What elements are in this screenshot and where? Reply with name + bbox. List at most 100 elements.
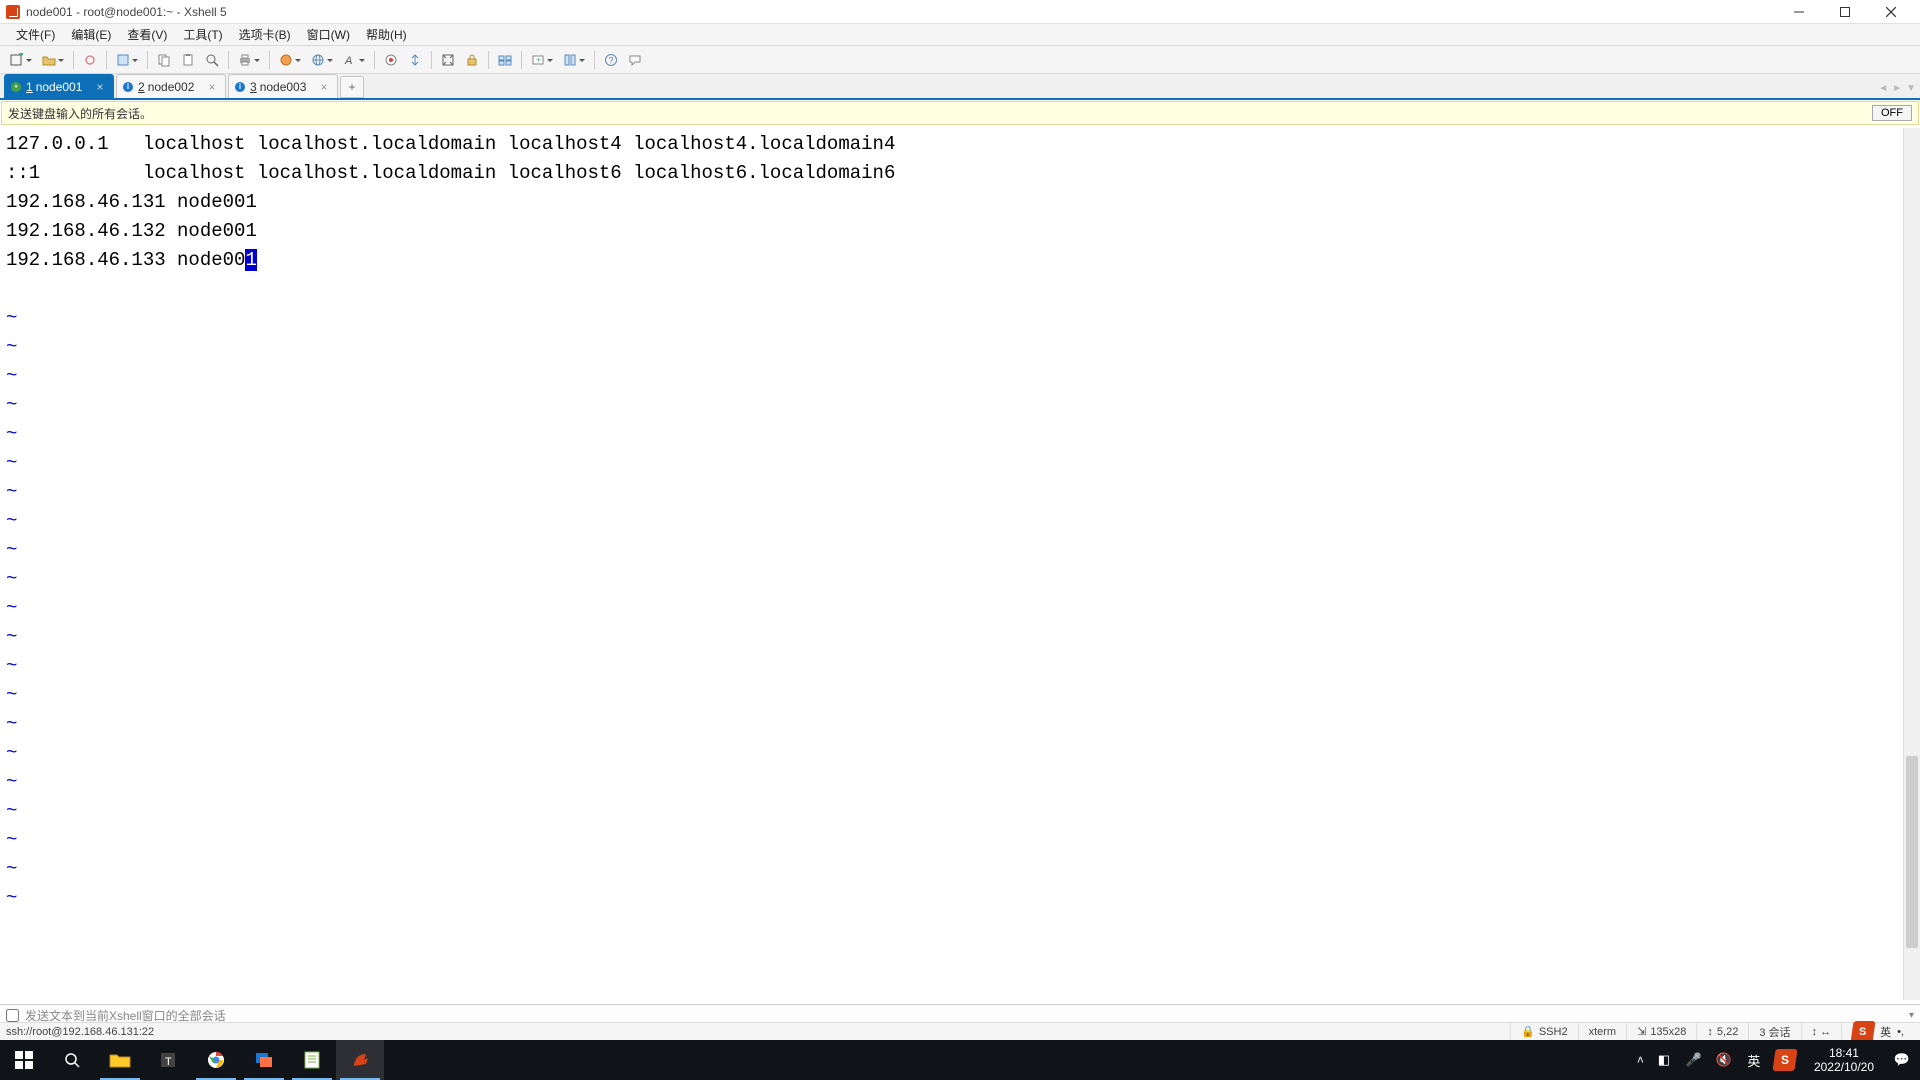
terminal-tilde: ~ [6, 336, 17, 358]
properties-button[interactable] [112, 49, 142, 71]
tab-label: node003 [260, 80, 307, 94]
tab-status-icon: • [11, 82, 21, 92]
close-button[interactable] [1868, 0, 1914, 24]
broadcast-bar: 发送键盘输入的所有会话。 OFF [1, 101, 1919, 125]
terminal-tilde: ~ [6, 858, 17, 880]
tray-time: 18:41 [1814, 1046, 1874, 1060]
windows-logo-icon [15, 1051, 33, 1069]
toolbar-separator [106, 51, 107, 69]
lock-button[interactable] [461, 49, 483, 71]
reconnect-button[interactable] [79, 49, 101, 71]
tab-node001[interactable]: • 1 node001 × [4, 74, 114, 98]
taskbar-chrome[interactable] [192, 1040, 240, 1080]
tray-clock[interactable]: 18:41 2022/10/20 [1806, 1046, 1882, 1074]
broadcast-off-button[interactable]: OFF [1872, 105, 1912, 121]
search-button[interactable] [48, 1040, 96, 1080]
paste-button[interactable] [177, 49, 199, 71]
send-to-all-placeholder: 发送文本到当前Xshell窗口的全部会话 [25, 1007, 226, 1024]
encoding-button[interactable] [307, 49, 337, 71]
copy-button[interactable] [153, 49, 175, 71]
feedback-button[interactable] [624, 49, 646, 71]
tab-close-icon[interactable]: × [93, 80, 107, 94]
new-tab-button[interactable]: + [527, 49, 557, 71]
terminal-line: 127.0.0.1 localhost localhost.localdomai… [6, 133, 895, 155]
menu-tools[interactable]: 工具(T) [175, 24, 230, 45]
tray-date: 2022/10/20 [1814, 1060, 1874, 1074]
terminal-line: 192.168.46.131 node001 [6, 191, 257, 213]
terminal[interactable]: 127.0.0.1 localhost localhost.localdomai… [0, 128, 1920, 1000]
open-button[interactable] [38, 49, 68, 71]
tray-volume-icon[interactable]: 🔇 [1714, 1050, 1734, 1070]
terminal-cursor: 1 [245, 249, 256, 271]
font-button[interactable]: A [339, 49, 369, 71]
tray-ime-lang[interactable]: 英 [1744, 1050, 1764, 1070]
scrollbar-thumb[interactable] [1906, 756, 1918, 948]
menu-tabs[interactable]: 选项卡(B) [231, 24, 299, 45]
svg-text:+: + [536, 55, 541, 65]
taskbar-app-1[interactable]: T [144, 1040, 192, 1080]
menu-window[interactable]: 窗口(W) [299, 24, 358, 45]
maximize-button[interactable] [1822, 0, 1868, 24]
taskbar-xshell[interactable] [336, 1040, 384, 1080]
tray-overflow-icon[interactable]: ˄ [1637, 1053, 1644, 1067]
help-button[interactable]: ? [600, 49, 622, 71]
taskbar-vmware[interactable] [240, 1040, 288, 1080]
toolbar-separator [431, 51, 432, 69]
print-button[interactable] [234, 49, 264, 71]
color-scheme-button[interactable] [275, 49, 305, 71]
start-button[interactable] [0, 1040, 48, 1080]
add-tab-button[interactable]: + [340, 76, 364, 98]
terminal-scrollbar[interactable] [1903, 128, 1920, 1000]
tab-close-icon[interactable]: × [317, 80, 331, 94]
status-ime-punct[interactable]: •, [1897, 1026, 1904, 1038]
toolbar-separator [488, 51, 489, 69]
sessions-button[interactable] [494, 49, 516, 71]
taskbar-notepad[interactable] [288, 1040, 336, 1080]
status-ime-corner: S 英 •, [1841, 1023, 1914, 1040]
menu-edit[interactable]: 编辑(E) [63, 24, 119, 45]
tray-sogou-icon[interactable]: S [1772, 1049, 1797, 1071]
terminal-tilde: ~ [6, 597, 17, 619]
find-button[interactable] [201, 49, 223, 71]
statusbar: ssh://root@192.168.46.131:22 🔒SSH2 xterm… [0, 1022, 1920, 1040]
tray-icon-1[interactable]: ◧ [1654, 1050, 1674, 1070]
tab-next-icon[interactable]: ► [1892, 83, 1902, 94]
log-button[interactable] [380, 49, 402, 71]
terminal-tilde: ~ [6, 684, 17, 706]
taskbar-explorer[interactable] [96, 1040, 144, 1080]
size-icon: ⇲ [1637, 1025, 1646, 1038]
terminal-line: ::1 localhost localhost.localdomain loca… [6, 162, 895, 184]
titlebar: node001 - root@node001:~ - Xshell 5 [0, 0, 1920, 24]
new-session-button[interactable] [6, 49, 36, 71]
menu-help[interactable]: 帮助(H) [358, 24, 415, 45]
terminal-tilde: ~ [6, 655, 17, 677]
toolbar-separator [594, 51, 595, 69]
tab-list-icon[interactable]: ▼ [1906, 83, 1916, 94]
tab-close-icon[interactable]: × [205, 80, 219, 94]
tab-node003[interactable]: i 3 node003 × [228, 74, 338, 98]
window-title: node001 - root@node001:~ - Xshell 5 [26, 5, 1776, 19]
tab-label: node001 [36, 80, 83, 94]
tray-mic-icon[interactable]: 🎤 [1684, 1050, 1704, 1070]
tab-node002[interactable]: i 2 node002 × [116, 74, 226, 98]
menu-file[interactable]: 文件(F) [8, 24, 63, 45]
terminal-tilde: ~ [6, 713, 17, 735]
transfer-button[interactable] [404, 49, 426, 71]
status-cursor-pos: ↕5,22 [1696, 1023, 1748, 1040]
minimize-button[interactable] [1776, 0, 1822, 24]
terminal-tilde: ~ [6, 365, 17, 387]
arrange-button[interactable] [559, 49, 589, 71]
send-to-all-checkbox[interactable] [6, 1009, 19, 1022]
system-tray: ˄ ◧ 🎤 🔇 英 S 18:41 2022/10/20 💬 [1637, 1046, 1920, 1074]
fullscreen-button[interactable] [437, 49, 459, 71]
tab-status-icon: i [123, 82, 133, 92]
send-history-icon[interactable]: ▾ [1909, 1010, 1914, 1021]
tab-prev-icon[interactable]: ◄ [1878, 83, 1888, 94]
lock-icon: 🔒 [1521, 1025, 1535, 1038]
menu-view[interactable]: 查看(V) [119, 24, 175, 45]
tray-notifications-icon[interactable]: 💬 [1892, 1050, 1912, 1070]
svg-text:T: T [165, 1056, 172, 1068]
windows-taskbar: T ˄ ◧ 🎤 🔇 英 S 18:41 2022/10/20 💬 [0, 1040, 1920, 1080]
status-connection: ssh://root@192.168.46.131:22 [6, 1026, 1510, 1038]
status-ime-lang[interactable]: 英 [1880, 1024, 1891, 1040]
